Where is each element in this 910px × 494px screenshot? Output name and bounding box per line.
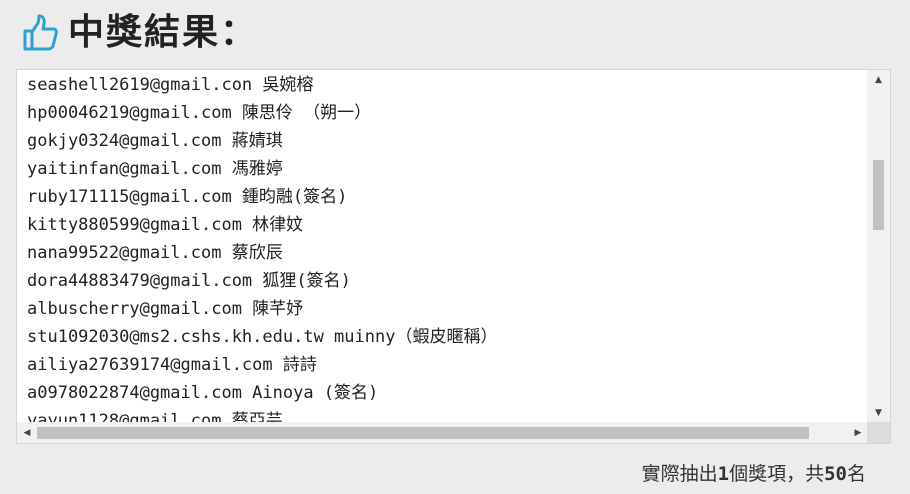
prizes-drawn-count: 1 — [717, 463, 730, 485]
summary-middle: 個獎項，共 — [729, 463, 825, 485]
winner-entry: a0978022874@gmail.com Ainoya (簽名) — [27, 383, 379, 403]
winner-entry: gokjy0324@gmail.com 蔣婧琪 — [27, 131, 283, 151]
winner-entry: ailiya27639174@gmail.com 詩詩 — [27, 355, 317, 375]
horizontal-scrollbar[interactable]: ◀ ▶ — [17, 422, 868, 443]
winner-entry: yaitinfan@gmail.com 馮雅婷 — [27, 159, 283, 179]
scroll-down-arrow-icon[interactable]: ▼ — [867, 403, 890, 423]
scroll-left-arrow-icon[interactable]: ◀ — [17, 422, 37, 443]
results-header: 中獎結果： — [22, 8, 258, 58]
winner-entry: hp00046219@gmail.com 陳思伶 （朔一） — [27, 103, 372, 123]
winner-entry: kitty880599@gmail.com 林律妏 — [27, 215, 304, 235]
vertical-scroll-thumb[interactable] — [873, 160, 884, 230]
draw-summary: 實際抽出 1 個獎項，共 50 名 — [642, 459, 866, 486]
scroll-right-arrow-icon[interactable]: ▶ — [848, 422, 868, 443]
scrollbar-corner — [867, 422, 890, 443]
thumbs-up-icon — [23, 14, 58, 51]
winner-entry: dora44883479@gmail.com 狐狸(簽名) — [27, 271, 351, 291]
winner-entry: nana99522@gmail.com 蔡欣辰 — [27, 243, 283, 263]
summary-prefix: 實際抽出 — [641, 463, 718, 485]
winner-entry: stu1092030@ms2.cshs.kh.edu.tw muinny（蝦皮暱… — [27, 327, 498, 347]
winner-entry: yayun1128@gmail.com 蔡亞芸 — [27, 411, 283, 423]
winners-textarea[interactable]: seashell2619@gmail.con 吳婉榕 hp00046219@gma… — [16, 69, 891, 444]
vertical-scrollbar[interactable]: ▲ ▼ — [867, 70, 890, 423]
summary-suffix: 名 — [846, 463, 866, 485]
horizontal-scroll-thumb[interactable] — [37, 427, 809, 439]
winners-total-count: 50 — [824, 463, 847, 485]
winner-entry: seashell2619@gmail.con 吳婉榕 — [27, 75, 314, 95]
winner-entry: ruby171115@gmail.com 鍾昀融(簽名) — [27, 187, 348, 207]
winner-entry: albuscherry@gmail.com 陳芊妤 — [27, 299, 304, 319]
winners-list[interactable]: seashell2619@gmail.con 吳婉榕 hp00046219@gma… — [17, 70, 868, 423]
scroll-up-arrow-icon[interactable]: ▲ — [867, 70, 890, 90]
page-title: 中獎結果： — [68, 12, 259, 53]
